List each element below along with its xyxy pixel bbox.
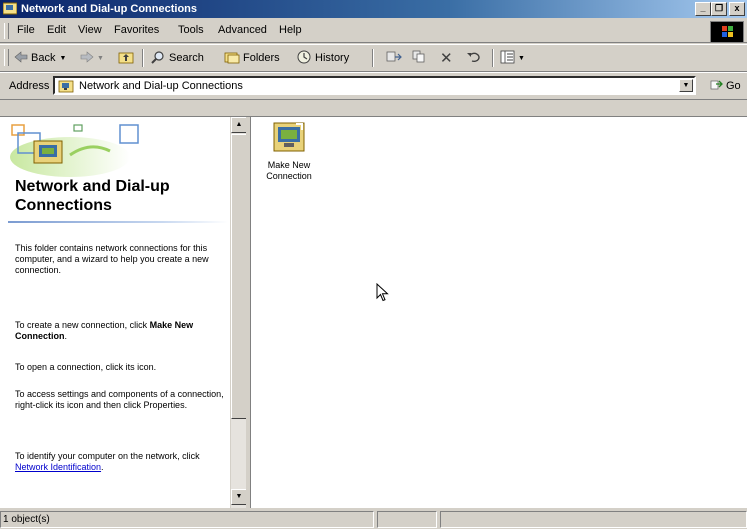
menu-tools[interactable]: Tools bbox=[178, 24, 204, 36]
pane-scrollbar[interactable]: ▲ ▼ bbox=[230, 117, 247, 508]
scroll-down-button[interactable]: ▼ bbox=[231, 489, 247, 505]
menu-help[interactable]: Help bbox=[279, 24, 302, 36]
views-button[interactable]: ▼ bbox=[500, 50, 525, 66]
maximize-button[interactable]: ❐ bbox=[711, 2, 727, 16]
address-value: Network and Dial-up Connections bbox=[79, 80, 243, 92]
go-arrow-icon bbox=[710, 78, 724, 93]
address-dropdown-button[interactable]: ▼ bbox=[679, 79, 693, 92]
folders-button[interactable]: Folders bbox=[224, 50, 280, 66]
toolbar-separator bbox=[492, 49, 494, 67]
window-title: Network and Dial-up Connections bbox=[21, 3, 198, 15]
history-label: History bbox=[315, 52, 350, 64]
title-bar: Network and Dial-up Connections _ ❐ x bbox=[0, 0, 747, 18]
status-object-count: 1 object(s) bbox=[0, 511, 374, 528]
network-folder-icon bbox=[58, 79, 74, 96]
folder-view: Network and Dial-up Connections This fol… bbox=[0, 116, 747, 508]
search-label: Search bbox=[169, 52, 204, 64]
undo-icon bbox=[466, 50, 482, 67]
folders-icon bbox=[224, 50, 240, 67]
views-dropdown-icon[interactable]: ▼ bbox=[518, 55, 525, 62]
address-bar: Address Network and Dial-up Connections … bbox=[0, 72, 747, 100]
pane-properties-hint: To access settings and components of a c… bbox=[15, 389, 224, 410]
back-button[interactable]: Back ▼ bbox=[14, 50, 66, 66]
forward-dropdown-icon[interactable]: ▼ bbox=[97, 55, 104, 62]
toolbar-separator bbox=[142, 49, 144, 67]
views-icon bbox=[500, 50, 516, 67]
undo-button[interactable] bbox=[466, 50, 482, 66]
network-banner-icon bbox=[10, 124, 139, 177]
network-identification-link[interactable]: Network Identification bbox=[15, 462, 101, 472]
create-hint-text: To create a new connection, click bbox=[15, 320, 148, 330]
menu-bar: File Edit View Favorites Tools Advanced … bbox=[0, 20, 747, 43]
identify-hint-text: To identify your computer on the network… bbox=[15, 451, 200, 461]
pane-title: Network and Dial-up Connections bbox=[15, 178, 170, 214]
address-input[interactable]: Network and Dial-up Connections ▼ bbox=[53, 76, 696, 95]
move-to-icon bbox=[386, 50, 402, 67]
scroll-thumb[interactable] bbox=[231, 134, 247, 419]
toolbar-grip[interactable] bbox=[4, 49, 9, 66]
go-button[interactable]: Go bbox=[710, 78, 741, 93]
address-label: Address bbox=[9, 80, 50, 92]
minimize-button[interactable]: _ bbox=[695, 2, 711, 16]
menu-view[interactable]: View bbox=[78, 24, 102, 36]
search-icon bbox=[150, 50, 166, 67]
windows-flag-icon bbox=[722, 26, 733, 37]
back-label: Back bbox=[31, 52, 56, 64]
network-folder-icon bbox=[3, 2, 17, 15]
move-to-button[interactable] bbox=[386, 50, 402, 66]
web-view-pane: Network and Dial-up Connections This fol… bbox=[0, 117, 230, 508]
menu-favorites[interactable]: Favorites bbox=[114, 24, 159, 36]
pane-divider bbox=[8, 221, 228, 223]
pane-description: This folder contains network connections… bbox=[15, 243, 209, 275]
menu-advanced[interactable]: Advanced bbox=[218, 24, 267, 36]
go-label: Go bbox=[726, 79, 741, 92]
status-panel bbox=[377, 511, 437, 528]
up-button[interactable] bbox=[118, 50, 134, 66]
pane-open-hint: To open a connection, click its icon. bbox=[15, 362, 157, 372]
menu-grip[interactable] bbox=[4, 23, 9, 39]
pane-splitter[interactable] bbox=[246, 117, 251, 508]
menu-file[interactable]: File bbox=[17, 24, 35, 36]
make-new-connection-icon bbox=[273, 122, 305, 152]
forward-button[interactable]: ▼ bbox=[80, 50, 104, 66]
copy-to-icon bbox=[412, 50, 428, 67]
delete-icon: ✕ bbox=[440, 50, 453, 67]
forward-arrow-icon bbox=[80, 50, 94, 66]
up-folder-icon bbox=[118, 50, 134, 67]
make-new-connection-label: Make New Connection bbox=[266, 160, 312, 181]
folders-label: Folders bbox=[243, 52, 280, 64]
status-bar: 1 object(s) bbox=[0, 509, 747, 529]
mouse-pointer-icon bbox=[376, 283, 389, 302]
search-button[interactable]: Search bbox=[150, 50, 204, 66]
pane-identify-hint: To identify your computer on the network… bbox=[15, 451, 200, 472]
close-button[interactable]: x bbox=[729, 2, 745, 16]
menu-edit[interactable]: Edit bbox=[47, 24, 66, 36]
history-icon bbox=[296, 50, 312, 67]
delete-button[interactable]: ✕ bbox=[440, 50, 453, 67]
back-arrow-icon bbox=[14, 50, 28, 66]
make-new-connection-item[interactable]: Make New Connection bbox=[255, 121, 323, 182]
standard-toolbar: Back ▼ ▼ Search Folders History ✕ ▼ bbox=[0, 44, 747, 72]
toolbar-separator bbox=[372, 49, 374, 67]
back-dropdown-icon[interactable]: ▼ bbox=[59, 55, 66, 62]
scroll-up-button[interactable]: ▲ bbox=[231, 117, 247, 133]
status-zone-panel bbox=[440, 511, 747, 528]
history-button[interactable]: History bbox=[296, 50, 349, 66]
pane-create-hint: To create a new connection, click Make N… bbox=[15, 320, 194, 341]
copy-to-button[interactable] bbox=[412, 50, 428, 66]
windows-logo-throbber bbox=[710, 21, 744, 43]
